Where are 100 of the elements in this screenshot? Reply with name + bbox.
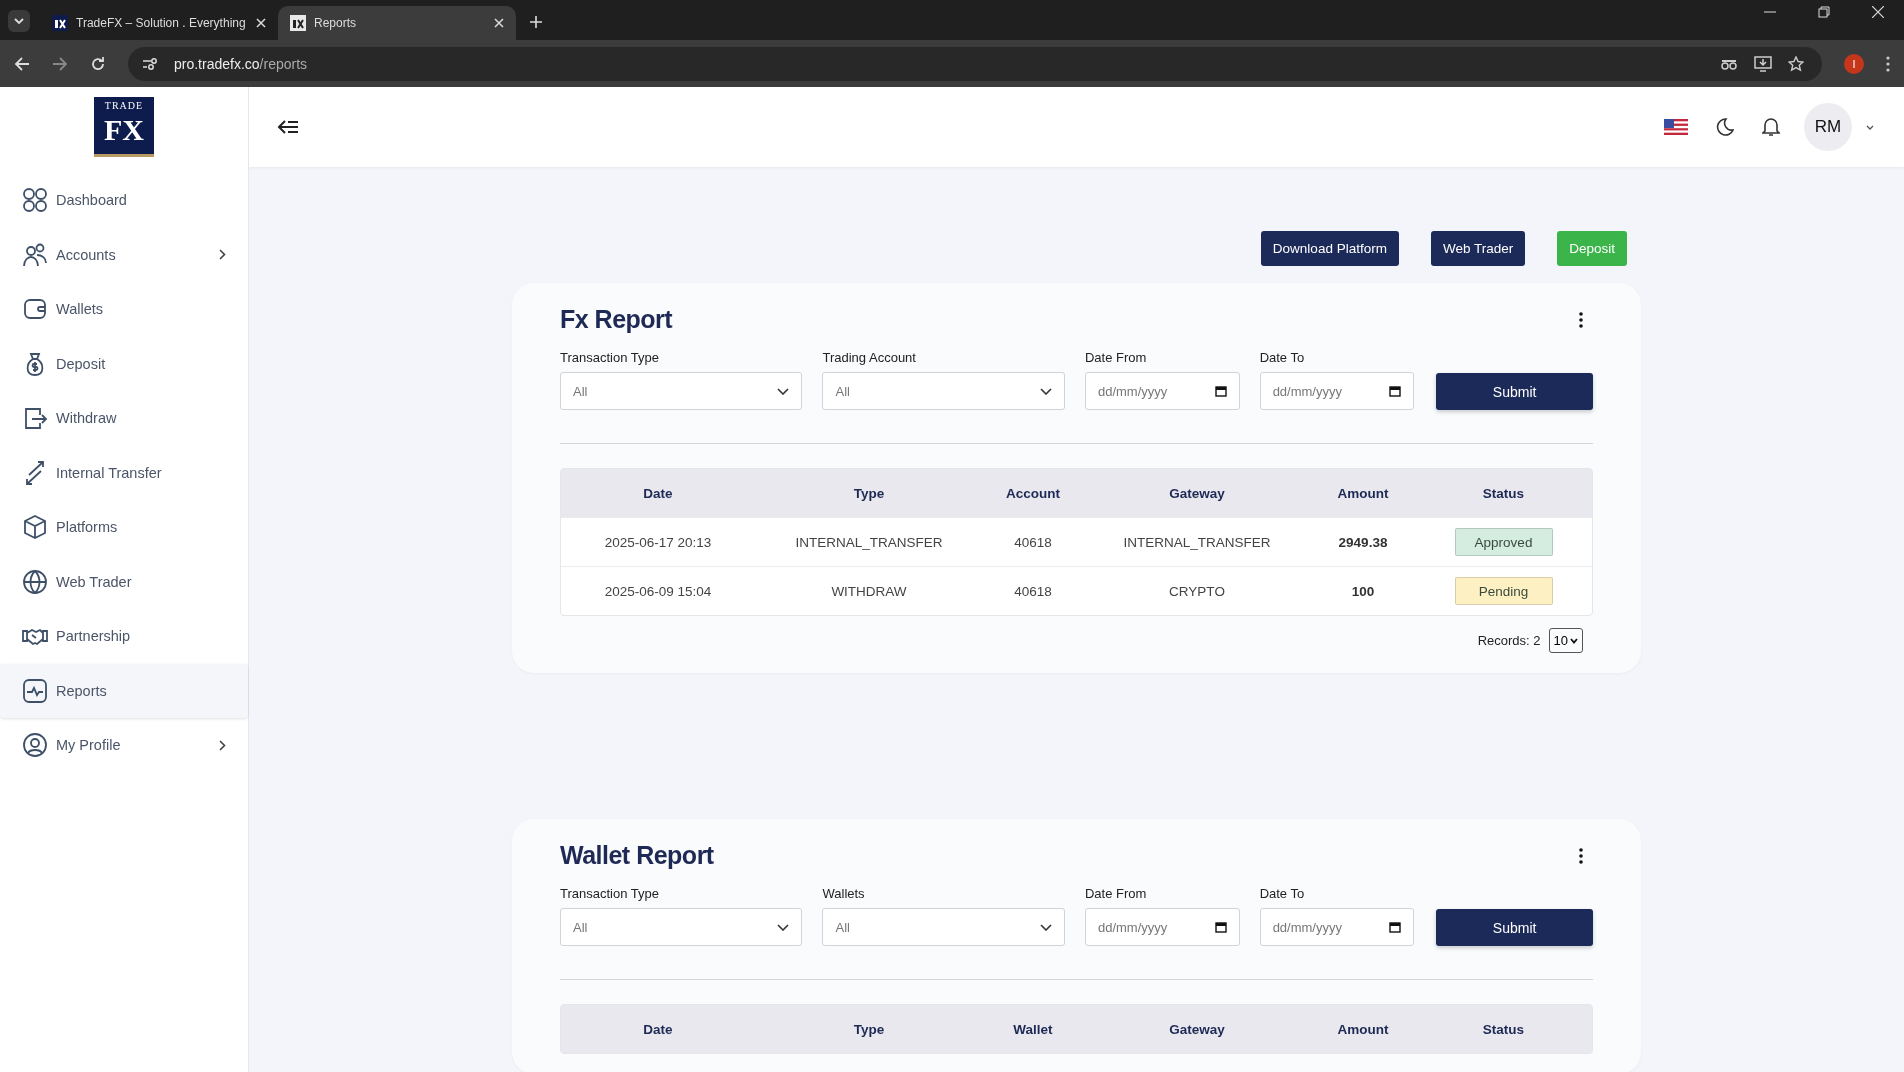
- select-field[interactable]: All: [560, 372, 803, 410]
- calendar-icon: [1214, 385, 1227, 397]
- favicon-icon: [52, 15, 68, 31]
- bell-icon[interactable]: [1762, 117, 1780, 137]
- more-icon[interactable]: [1579, 311, 1583, 328]
- close-icon[interactable]: [1872, 6, 1884, 18]
- caret-icon[interactable]: [1866, 124, 1874, 130]
- status-badge: Pending: [1454, 577, 1553, 605]
- sidebar-item[interactable]: Platforms: [0, 500, 248, 555]
- filter-label: Date From: [1084, 350, 1148, 365]
- restore-icon[interactable]: [1818, 6, 1830, 18]
- sidebar-item[interactable]: Reports: [0, 663, 248, 718]
- user-circle-icon: [22, 732, 48, 759]
- forward-icon[interactable]: [52, 55, 68, 72]
- filter-label: Date From: [1084, 886, 1148, 901]
- new-tab-icon[interactable]: [530, 16, 542, 28]
- sidebar-item[interactable]: Dashboard: [0, 173, 248, 228]
- site-settings-icon[interactable]: [142, 56, 158, 71]
- calendar-icon: [1389, 921, 1402, 933]
- cube-icon: [22, 514, 48, 541]
- table-cell-text: 2949.38: [1337, 534, 1389, 550]
- filter-label: Transaction Type: [560, 350, 660, 365]
- column-header: Status: [1481, 1021, 1526, 1037]
- date-field[interactable]: dd/mm/yyyy: [1084, 908, 1240, 946]
- chevron-right-icon: [219, 249, 226, 261]
- moon-icon[interactable]: [1716, 118, 1734, 136]
- records-count: Records: 2: [1477, 633, 1541, 648]
- filter-label: Trading Account: [822, 350, 917, 365]
- caret-icon: [13, 17, 25, 25]
- menu-icon[interactable]: [1886, 55, 1890, 72]
- table-cell-text: INTERNAL_TRANSFER: [794, 534, 944, 550]
- table-cell-text: 40618: [1013, 534, 1053, 550]
- address-bar[interactable]: pro.tradefx.co/reports: [128, 46, 1822, 81]
- circles-grid-icon: [22, 187, 48, 214]
- table-cell-text: WITHDRAW: [830, 583, 908, 599]
- users-icon: [22, 241, 48, 268]
- user-avatar[interactable]: RM: [1804, 103, 1852, 151]
- browser-tab[interactable]: TradeFX – Solution . Everything: [40, 6, 278, 40]
- sidebar-item[interactable]: Internal Transfer: [0, 445, 248, 500]
- column-header: Wallet: [1012, 1021, 1054, 1037]
- chevron-down-icon: [1039, 387, 1052, 395]
- star-icon[interactable]: [1788, 55, 1804, 72]
- chevron-down-icon: [1039, 923, 1052, 931]
- column-header: Date: [642, 485, 674, 501]
- filter-label: Date To: [1259, 350, 1306, 365]
- sidebar-item[interactable]: Web Trader: [0, 554, 248, 609]
- filter-label: Wallets: [822, 886, 866, 901]
- url-text: pro.tradefx.co/reports: [174, 55, 308, 72]
- date-field[interactable]: dd/mm/yyyy: [1259, 372, 1415, 410]
- submit-button[interactable]: Submit: [1436, 373, 1593, 410]
- column-header: Type: [852, 485, 886, 501]
- sidebar-item[interactable]: Partnership: [0, 609, 248, 664]
- submit-button[interactable]: Submit: [1436, 909, 1593, 946]
- date-field[interactable]: dd/mm/yyyy: [1084, 372, 1240, 410]
- date-field[interactable]: dd/mm/yyyy: [1259, 908, 1415, 946]
- back-arrow-icon[interactable]: [277, 119, 299, 135]
- close-icon[interactable]: [256, 18, 266, 28]
- reload-icon[interactable]: [90, 55, 106, 72]
- close-icon[interactable]: [494, 18, 504, 28]
- sidebar-item[interactable]: Withdraw: [0, 391, 248, 446]
- select-field[interactable]: All: [822, 372, 1065, 410]
- action-button[interactable]: Web Trader: [1430, 231, 1526, 266]
- tab-list-button[interactable]: [8, 10, 30, 32]
- report-title: Fx Report: [560, 305, 673, 334]
- page-size-select[interactable]: 10: [1548, 628, 1583, 653]
- table-cell-text: INTERNAL_TRANSFER: [1122, 534, 1272, 550]
- globe-icon: [22, 568, 48, 595]
- calendar-icon: [1389, 385, 1402, 397]
- sidebar-item[interactable]: My Profile: [0, 718, 248, 773]
- select-field[interactable]: All: [560, 908, 803, 946]
- pulse-icon: [22, 677, 48, 704]
- select-field[interactable]: All: [822, 908, 1065, 946]
- chevron-down-icon: [777, 923, 790, 931]
- column-header: Type: [852, 1021, 886, 1037]
- browser-tab[interactable]: Reports: [278, 6, 516, 40]
- caret-icon: [1570, 637, 1578, 644]
- action-button[interactable]: Download Platform: [1260, 231, 1399, 266]
- filter-label: Transaction Type: [560, 886, 660, 901]
- table-cell-text: 100: [1350, 583, 1376, 599]
- sidebar-item[interactable]: Deposit: [0, 336, 248, 391]
- logo[interactable]: TRADE FX: [94, 97, 154, 157]
- profile-avatar[interactable]: I: [1844, 53, 1864, 74]
- install-icon[interactable]: [1754, 55, 1772, 72]
- column-header: Amount: [1336, 485, 1390, 501]
- column-header: Account: [1005, 485, 1061, 501]
- status-badge: Approved: [1454, 528, 1553, 556]
- table-cell-text: 40618: [1013, 583, 1053, 599]
- column-header: Status: [1481, 485, 1526, 501]
- incognito-icon[interactable]: [1720, 57, 1738, 70]
- chevron-down-icon: [777, 387, 790, 395]
- exit-arrow-icon: [22, 405, 48, 432]
- column-header: Date: [642, 1021, 674, 1037]
- table-cell-text: 2025-06-17 20:13: [603, 534, 713, 550]
- back-icon[interactable]: [14, 55, 30, 72]
- chevron-right-icon: [219, 739, 226, 751]
- favicon-icon: [290, 15, 306, 31]
- sidebar-item[interactable]: Accounts: [0, 227, 248, 282]
- more-icon[interactable]: [1579, 847, 1583, 864]
- flag-icon[interactable]: [1664, 119, 1688, 135]
- sidebar-item[interactable]: Wallets: [0, 282, 248, 337]
